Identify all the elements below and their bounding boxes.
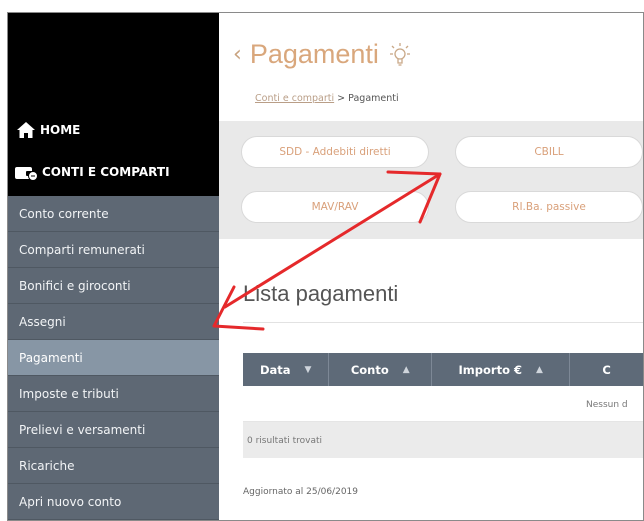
section-divider [243,322,643,323]
sidebar-item-prelievi[interactable]: Prelievi e versamenti [8,412,219,448]
main-content: ‹ Pagamenti Conti e comparti > Pagamenti [219,13,643,520]
back-chevron-icon[interactable]: ‹ [233,43,242,66]
payment-type-panel: SDD - Addebiti diretti CBILL MAV/RAV RI.… [219,121,643,239]
sort-up-icon[interactable]: ▲ [403,365,410,375]
empty-message: Nessun d [586,400,628,410]
column-data[interactable]: Data ▼ [243,353,330,386]
cbill-button[interactable]: CBILL [455,136,643,168]
column-importo-label: Importo € [458,362,522,377]
riba-button[interactable]: RI.Ba. passive [455,191,643,223]
sdd-button[interactable]: SDD - Addebiti diretti [241,136,429,168]
sidebar-header: HOME CONTI E COMPARTI [8,13,219,196]
home-icon [17,122,35,138]
column-c-label: C [602,362,611,377]
breadcrumb: Conti e comparti > Pagamenti [255,93,399,104]
app-frame: HOME CONTI E COMPARTI Conto corrente Com… [7,12,644,521]
home-link[interactable]: HOME [16,121,80,139]
column-c[interactable]: C [570,353,643,386]
lightbulb-icon[interactable] [389,41,411,69]
breadcrumb-current: Pagamenti [348,93,399,104]
title-row: ‹ Pagamenti [233,39,411,70]
sidebar-item-assegni[interactable]: Assegni [8,304,219,340]
breadcrumb-conti-link[interactable]: Conti e comparti [255,93,334,104]
sidebar-item-pagamenti[interactable]: Pagamenti [8,340,219,376]
sidebar-item-apri-conto[interactable]: Apri nuovo conto [8,484,219,520]
column-conto[interactable]: Conto ▲ [329,353,433,386]
table-empty-row: Nessun d [243,386,643,422]
sidebar-item-bonifici[interactable]: Bonifici e giroconti [8,268,219,304]
updated-timestamp: Aggiornato al 25/06/2019 [243,487,358,497]
page-title: Pagamenti [249,39,379,69]
column-importo[interactable]: Importo € ▲ [432,353,571,386]
sidebar-item-conto-corrente[interactable]: Conto corrente [8,196,219,232]
results-count-row: 0 risultati trovati [243,422,643,458]
sidebar-item-imposte[interactable]: Imposte e tributi [8,376,219,412]
column-data-label: Data [259,362,291,377]
sidebar: HOME CONTI E COMPARTI Conto corrente Com… [8,13,219,520]
mav-rav-button[interactable]: MAV/RAV [241,191,429,223]
section-title: Lista pagamenti [243,281,399,306]
wallet-icon [15,167,38,181]
sidebar-item-ricariche[interactable]: Ricariche [8,448,219,484]
column-conto-label: Conto [350,362,389,377]
conti-label: CONTI E COMPARTI [42,165,170,179]
sort-down-icon[interactable]: ▼ [305,365,312,375]
results-count: 0 risultati trovati [247,436,323,446]
conti-comparti-link[interactable]: CONTI E COMPARTI [14,163,170,181]
table-header: Data ▼ Conto ▲ Importo € ▲ C [243,353,643,386]
breadcrumb-separator: > [337,93,346,104]
home-label: HOME [40,123,81,137]
sidebar-item-comparti-remunerati[interactable]: Comparti remunerati [8,232,219,268]
sort-up-icon[interactable]: ▲ [536,365,543,375]
